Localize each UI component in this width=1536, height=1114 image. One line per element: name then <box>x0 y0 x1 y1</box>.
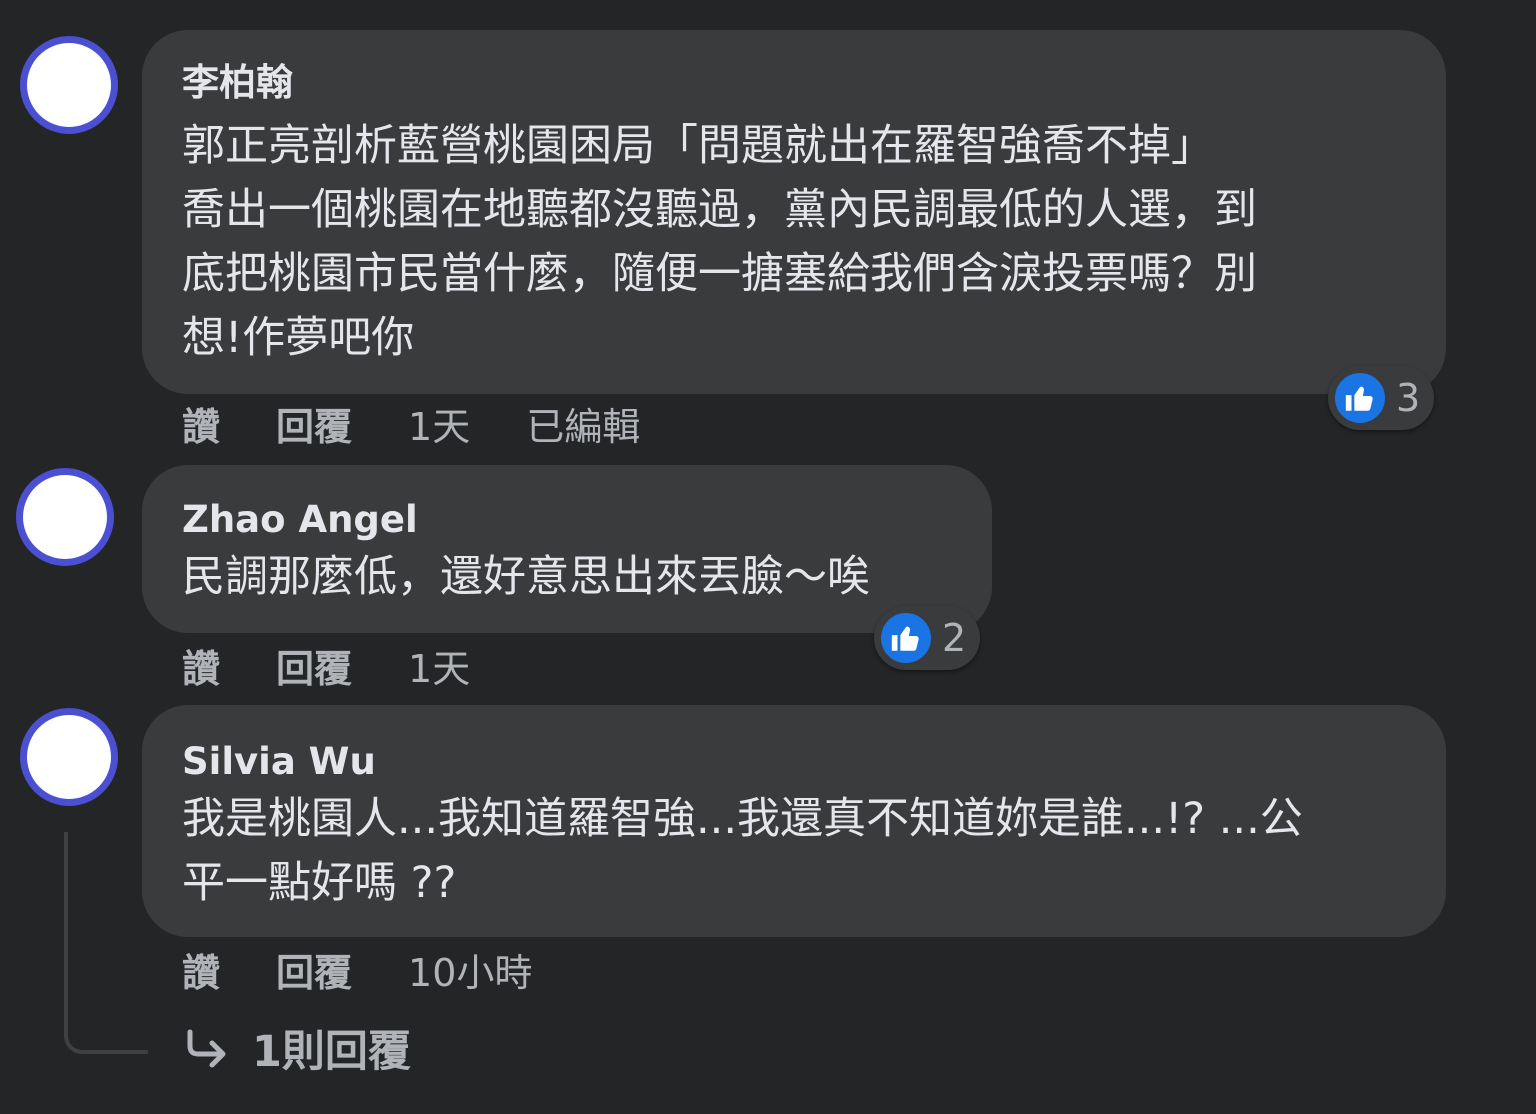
thread-line <box>64 832 148 1054</box>
comment-actions: 讚 回覆 1天 已編輯 <box>182 396 696 451</box>
avatar[interactable] <box>20 708 118 806</box>
timestamp[interactable]: 1天 <box>408 396 470 451</box>
timestamp[interactable]: 1天 <box>408 638 470 693</box>
like-icon <box>1332 370 1388 426</box>
like-button[interactable]: 讚 <box>182 396 220 451</box>
like-button[interactable]: 讚 <box>182 638 220 693</box>
reply-button[interactable]: 回覆 <box>276 396 352 451</box>
comments-section: 李柏翰 郭正亮剖析藍營桃園困局「問題就出在羅智強喬不掉」 喬出一個桃園在地聽都沒… <box>0 0 1536 1114</box>
comment-actions: 讚 回覆 10小時 <box>182 942 588 997</box>
like-button[interactable]: 讚 <box>182 942 220 997</box>
comment-actions: 讚 回覆 1天 <box>182 638 526 693</box>
comment-text-line: 喬出一個桃園在地聽都沒聽過，黨內民調最低的人選，到 <box>182 185 1257 235</box>
like-icon <box>878 610 934 666</box>
comment-text: 民調那麼低，還好意思出來丟臉～唉 <box>182 545 952 609</box>
comment-bubble: 李柏翰 郭正亮剖析藍營桃園困局「問題就出在羅智強喬不掉」 喬出一個桃園在地聽都沒… <box>142 30 1446 394</box>
comment-text-line: 平一點好嗎 ?? <box>182 858 457 908</box>
comment-bubble: Zhao Angel 民調那麼低，還好意思出來丟臉～唉 <box>142 465 992 633</box>
reaction-summary[interactable]: 3 <box>1328 366 1435 430</box>
timestamp[interactable]: 10小時 <box>408 942 532 997</box>
comment-author[interactable]: 李柏翰 <box>182 60 1406 106</box>
view-replies-link[interactable]: 1則回覆 <box>184 1018 411 1078</box>
comment-text-line: 郭正亮剖析藍營桃園困局「問題就出在羅智強喬不掉」 <box>182 121 1214 171</box>
comment-author[interactable]: Zhao Angel <box>182 497 952 543</box>
reply-arrow-icon <box>184 1028 230 1068</box>
comment-author[interactable]: Silvia Wu <box>182 739 1406 785</box>
reaction-count: 3 <box>1396 376 1421 420</box>
reaction-summary[interactable]: 2 <box>874 606 981 670</box>
comment-bubble: Silvia Wu 我是桃園人...我知道羅智強...我還真不知道妳是誰...!… <box>142 705 1446 937</box>
comment-text: 我是桃園人...我知道羅智強...我還真不知道妳是誰...!? ...公 平一點… <box>182 787 1406 915</box>
avatar[interactable] <box>16 468 114 566</box>
comment-text-line: 民調那麼低，還好意思出來丟臉～唉 <box>182 552 870 602</box>
comment-text-line: 想!作夢吧你 <box>182 313 415 363</box>
view-replies-label[interactable]: 1則回覆 <box>252 1017 411 1079</box>
comment-text-line: 我是桃園人...我知道羅智強...我還真不知道妳是誰...!? ...公 <box>182 794 1303 844</box>
comment-text: 郭正亮剖析藍營桃園困局「問題就出在羅智強喬不掉」 喬出一個桃園在地聽都沒聽過，黨… <box>182 114 1406 370</box>
reply-button[interactable]: 回覆 <box>276 638 352 693</box>
comment-text-line: 底把桃園市民當什麼，隨便一搪塞給我們含淚投票嗎？別 <box>182 249 1257 299</box>
edited-label[interactable]: 已編輯 <box>526 396 640 451</box>
reaction-count: 2 <box>942 616 967 660</box>
reply-button[interactable]: 回覆 <box>276 942 352 997</box>
avatar[interactable] <box>20 36 118 134</box>
